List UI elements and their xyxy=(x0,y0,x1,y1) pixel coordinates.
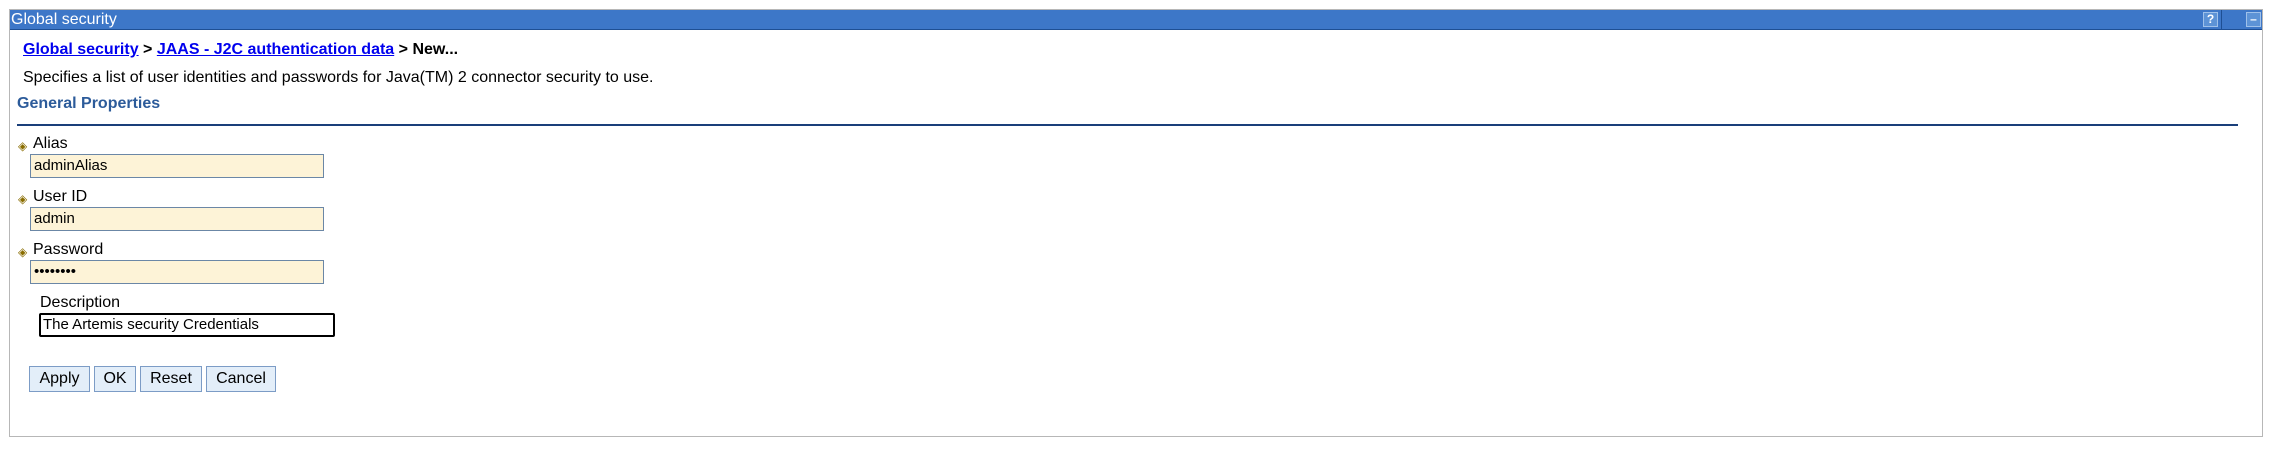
required-icon: ◈ xyxy=(18,245,28,259)
window-title: Global security xyxy=(11,11,117,28)
general-properties-section: General Properties xyxy=(17,95,2238,126)
page-description: Specifies a list of user identities and … xyxy=(23,69,654,86)
minimize-icon[interactable]: – xyxy=(2246,12,2261,27)
alias-label: Alias xyxy=(33,135,68,152)
required-icon: ◈ xyxy=(18,192,28,206)
breadcrumb-separator: > xyxy=(138,41,157,58)
breadcrumb-current: New... xyxy=(412,41,459,58)
breadcrumb: Global security > JAAS - J2C authenticat… xyxy=(23,41,458,59)
breadcrumb-global-security-link[interactable]: Global security xyxy=(23,41,139,58)
apply-button[interactable]: Apply xyxy=(29,366,90,392)
alias-input[interactable]: adminAlias xyxy=(30,154,324,178)
reset-button[interactable]: Reset xyxy=(140,366,202,392)
password-label: Password xyxy=(33,241,104,258)
user-id-label: User ID xyxy=(33,188,88,205)
password-input[interactable]: •••••••• xyxy=(30,260,324,284)
section-title: General Properties xyxy=(17,95,161,112)
help-icon[interactable]: ? xyxy=(2203,12,2218,27)
title-bar: Global security ? – xyxy=(10,10,2262,30)
required-icon: ◈ xyxy=(18,139,28,153)
ok-button[interactable]: OK xyxy=(94,366,136,392)
user-id-input[interactable]: admin xyxy=(30,207,324,231)
breadcrumb-jaas-link[interactable]: JAAS - J2C authentication data xyxy=(157,41,394,58)
cancel-button[interactable]: Cancel xyxy=(206,366,276,392)
description-label: Description xyxy=(40,294,121,311)
title-bar-divider xyxy=(2221,10,2222,30)
breadcrumb-separator: > xyxy=(394,41,413,58)
description-input[interactable]: The Artemis security Credentials xyxy=(39,313,335,337)
